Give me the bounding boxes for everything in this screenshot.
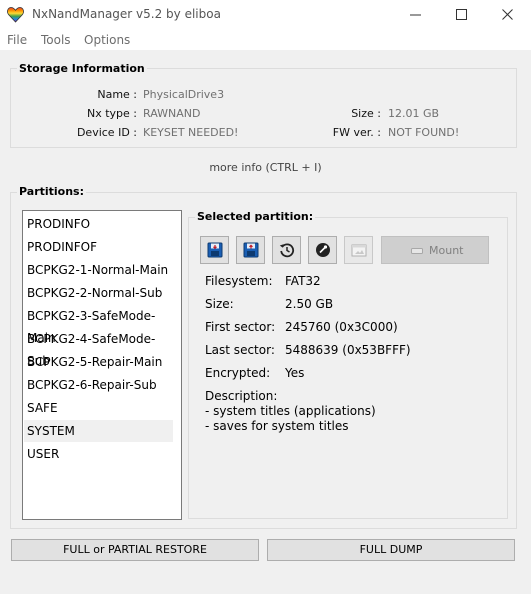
maximize-button[interactable]: [439, 0, 485, 30]
description-line-2: - saves for system titles: [205, 419, 349, 433]
storage-info-title: Storage Information: [17, 62, 147, 75]
maximize-icon: [456, 9, 467, 20]
first-sector-value: 245760 (0x3C000): [285, 320, 398, 334]
dump-icon: [207, 242, 223, 258]
first-sector-label: First sector:: [205, 320, 276, 334]
history-icon: [279, 243, 295, 258]
rainbow-heart-icon: [7, 6, 24, 23]
encrypted-value: Yes: [285, 366, 305, 380]
partition-item-prodinfo[interactable]: PRODINFO: [24, 213, 173, 235]
partition-item-bcpkg2-1[interactable]: BCPKG2-1-Normal-Main: [24, 259, 173, 281]
menu-options[interactable]: Options: [84, 33, 130, 47]
mount-label: Mount: [429, 244, 464, 257]
full-partial-restore-button[interactable]: FULL or PARTIAL RESTORE: [11, 539, 259, 561]
partition-item-prodinfof[interactable]: PRODINFOF: [24, 236, 173, 258]
partition-item-bcpkg2-3[interactable]: BCPKG2-3-SafeMode-Main: [24, 305, 173, 345]
partitions-title: Partitions:: [17, 185, 87, 198]
menu-tools[interactable]: Tools: [41, 33, 71, 47]
more-info-link[interactable]: more info (CTRL + I): [0, 161, 531, 174]
drive-icon: [411, 248, 423, 254]
description-line-1: - system titles (applications): [205, 404, 376, 418]
fw-version-label: FW ver. :: [332, 126, 381, 139]
device-id-value: KEYSET NEEDED!: [143, 126, 239, 139]
selected-partition-title: Selected partition:: [195, 210, 316, 223]
encrypt-icon: [316, 243, 330, 257]
filesystem-label: Filesystem:: [205, 274, 273, 288]
explore-button[interactable]: [344, 236, 373, 264]
restore-partition-button[interactable]: [236, 236, 265, 264]
partition-item-bcpkg2-6[interactable]: BCPKG2-6-Repair-Sub: [24, 374, 173, 396]
mount-button[interactable]: Mount: [381, 236, 489, 264]
partition-list[interactable]: PRODINFO PRODINFOF BCPKG2-1-Normal-Main …: [22, 210, 182, 520]
close-icon: [502, 9, 513, 20]
history-button[interactable]: [272, 236, 301, 264]
last-sector-label: Last sector:: [205, 343, 275, 357]
name-label: Name :: [97, 88, 137, 101]
name-value: PhysicalDrive3: [143, 88, 225, 101]
minimize-icon: [410, 14, 421, 16]
encrypted-label: Encrypted:: [205, 366, 271, 380]
partition-item-user[interactable]: USER: [24, 443, 173, 465]
size-label: Size :: [351, 107, 381, 120]
filesystem-value: FAT32: [285, 274, 321, 288]
close-button[interactable]: [485, 0, 531, 30]
explore-icon: [351, 244, 367, 257]
partition-item-system[interactable]: SYSTEM: [24, 420, 173, 442]
encrypt-button[interactable]: [308, 236, 337, 264]
description-label: Description:: [205, 389, 278, 403]
partition-item-bcpkg2-4[interactable]: BCPKG2-4-SafeMode-Sub: [24, 328, 173, 368]
minimize-button[interactable]: [393, 0, 439, 30]
size-value: 12.01 GB: [388, 107, 440, 120]
device-id-label: Device ID :: [76, 126, 137, 139]
menu-file[interactable]: File: [7, 33, 27, 47]
nx-type-label: Nx type :: [86, 107, 137, 120]
partition-size-label: Size:: [205, 297, 234, 311]
partition-size-value: 2.50 GB: [285, 297, 334, 311]
nx-type-value: RAWNAND: [143, 107, 201, 120]
last-sector-value: 5488639 (0x53BFFF): [285, 343, 411, 357]
title-bar: NxNandManager v5.2 by eliboa: [0, 0, 531, 30]
partition-item-safe[interactable]: SAFE: [24, 397, 173, 419]
full-dump-button[interactable]: FULL DUMP: [267, 539, 515, 561]
restore-icon: [243, 242, 259, 258]
dump-partition-button[interactable]: [200, 236, 229, 264]
fw-version-value: NOT FOUND!: [388, 126, 460, 139]
partition-item-bcpkg2-2[interactable]: BCPKG2-2-Normal-Sub: [24, 282, 173, 304]
window-title: NxNandManager v5.2 by eliboa: [32, 7, 221, 21]
partition-item-bcpkg2-5[interactable]: BCPKG2-5-Repair-Main: [24, 351, 173, 373]
menu-bar: File Tools Options: [0, 30, 531, 50]
